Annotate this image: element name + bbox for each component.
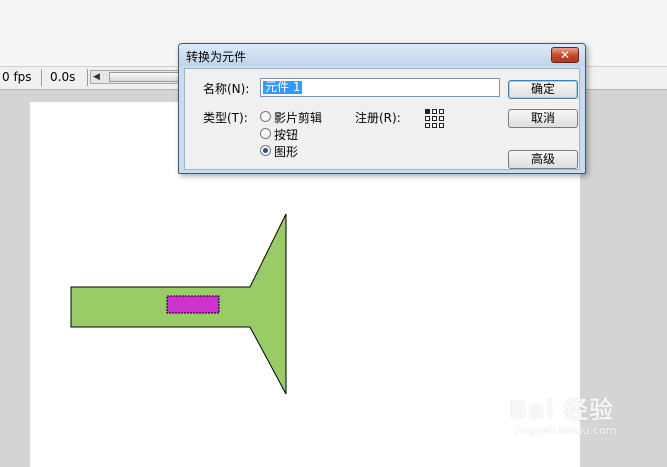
registration-point[interactable] — [432, 116, 437, 121]
watermark-logo: Bai 经验 — [509, 396, 615, 424]
time-readout: 0.0s — [50, 70, 76, 84]
dialog-body: 名称(N): 元件 1 类型(T): 影片剪辑 按钮 图形 注册(R): 确定 … — [184, 68, 580, 170]
scrollbar-thumb[interactable] — [109, 72, 179, 82]
advanced-button[interactable]: 高级 — [508, 150, 578, 169]
registration-point[interactable] — [432, 109, 437, 114]
registration-point-grid[interactable] — [425, 109, 445, 129]
symbol-name-value[interactable]: 元件 1 — [263, 81, 303, 94]
registration-point[interactable] — [432, 123, 437, 128]
registration-point[interactable] — [439, 109, 444, 114]
radio-button[interactable] — [260, 111, 271, 122]
type-option-label[interactable]: 按钮 — [274, 126, 298, 143]
cancel-button[interactable]: 取消 — [508, 109, 578, 128]
registration-label: 注册(R): — [355, 111, 401, 125]
type-option-label[interactable]: 图形 — [274, 143, 298, 160]
type-label: 类型(T): — [203, 111, 248, 125]
registration-point[interactable] — [425, 116, 430, 121]
close-icon: ✕ — [559, 48, 571, 62]
registration-point[interactable] — [425, 123, 430, 128]
ok-button[interactable]: 确定 — [508, 80, 578, 99]
baidu-watermark: Bai 经验 jingyan.baidu.com — [505, 388, 655, 448]
close-button[interactable]: ✕ — [551, 47, 579, 63]
dialog-titlebar[interactable]: 转换为元件 ✕ — [179, 44, 585, 66]
radio-button[interactable] — [260, 145, 271, 156]
timeline-separator — [41, 69, 42, 86]
registration-point[interactable] — [439, 116, 444, 121]
convert-to-symbol-dialog: 转换为元件 ✕ 名称(N): 元件 1 类型(T): 影片剪辑 按钮 图形 注册… — [178, 43, 586, 174]
timeline-separator — [87, 69, 88, 86]
timeline-scrollbar[interactable]: ◀ — [90, 70, 185, 84]
radio-button[interactable] — [260, 128, 271, 139]
symbol-name-input[interactable]: 元件 1 — [260, 78, 500, 97]
dialog-title: 转换为元件 — [186, 50, 247, 64]
type-option-label[interactable]: 影片剪辑 — [274, 109, 322, 126]
scroll-left-icon[interactable]: ◀ — [93, 72, 100, 83]
registration-point[interactable] — [439, 123, 444, 128]
fps-readout: 0 fps — [2, 70, 32, 84]
watermark-url: jingyan.baidu.com — [515, 424, 617, 437]
selected-fill-region[interactable] — [166, 295, 220, 314]
name-label: 名称(N): — [203, 82, 250, 96]
registration-point[interactable] — [425, 109, 430, 114]
